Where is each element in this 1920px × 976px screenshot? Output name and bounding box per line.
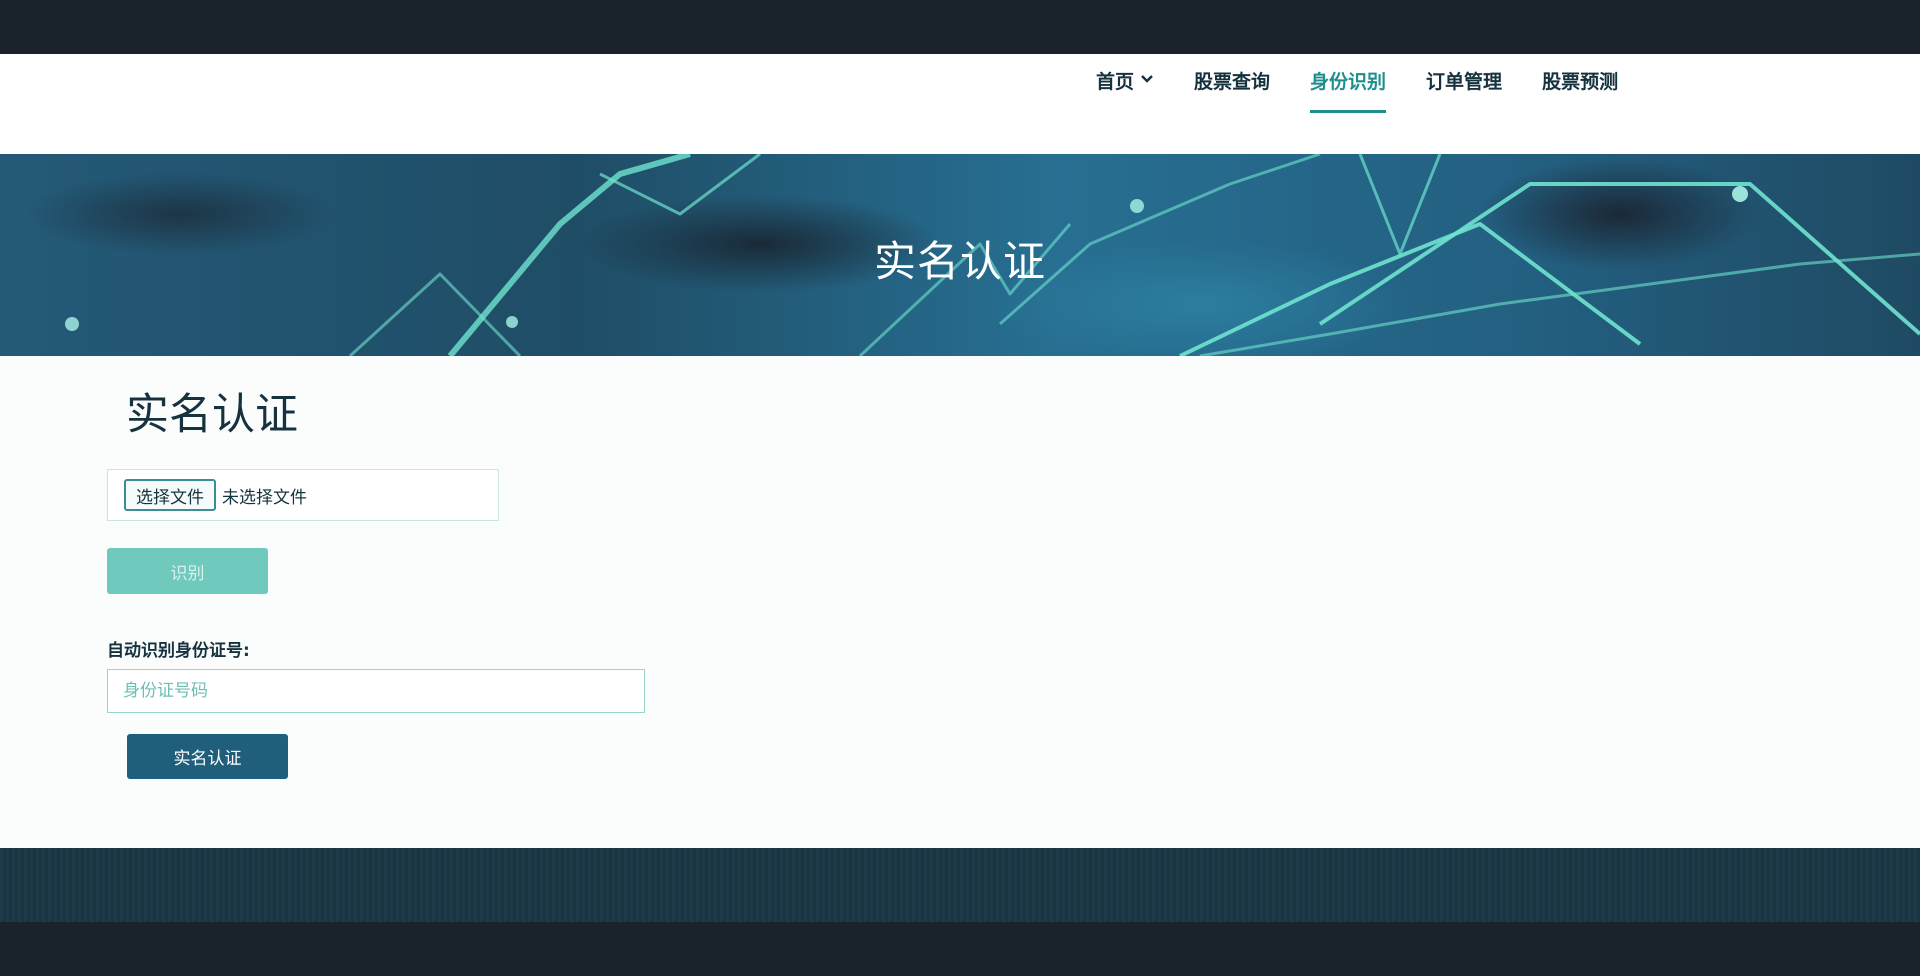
file-status-text: 未选择文件 [222, 487, 307, 508]
nav-item-identity[interactable]: 身份识别 [1310, 54, 1387, 154]
nav-item-home[interactable]: 首页 [1096, 54, 1154, 154]
page-title: 实名认证 [126, 390, 298, 440]
file-upload[interactable]: 选择文件 未选择文件 [107, 469, 499, 521]
nav-item-stock-query[interactable]: 股票查询 [1194, 54, 1270, 154]
footer-band [0, 848, 1920, 922]
nav-item-stock-query-label: 股票查询 [1194, 71, 1271, 93]
real-name-verify-button[interactable]: 实名认证 [127, 734, 288, 779]
id-number-input[interactable] [107, 669, 645, 713]
footer-bottom-bar [0, 922, 1920, 976]
nav-item-orders[interactable]: 订单管理 [1426, 54, 1502, 154]
choose-file-button[interactable]: 选择文件 [124, 479, 216, 511]
page-banner: 实名认证 [0, 154, 1920, 356]
nav-menu: 首页 股票查询 身份识别 订单管理 股票预测 [1096, 54, 1658, 154]
top-bar [0, 0, 1920, 54]
nav-item-identity-label: 身份识别 [1310, 71, 1387, 93]
id-number-label: 自动识别身份证号: [107, 641, 250, 661]
chevron-down-icon [1140, 69, 1154, 91]
nav-item-orders-label: 订单管理 [1426, 71, 1503, 93]
recognize-button[interactable]: 识别 [107, 548, 268, 594]
nav-item-stock-forecast-label: 股票预测 [1542, 71, 1619, 93]
banner-title: 实名认证 [873, 237, 1046, 286]
navbar: 首页 股票查询 身份识别 订单管理 股票预测 [0, 54, 1920, 154]
nav-item-stock-forecast[interactable]: 股票预测 [1542, 54, 1618, 154]
nav-item-home-label: 首页 [1096, 71, 1135, 93]
